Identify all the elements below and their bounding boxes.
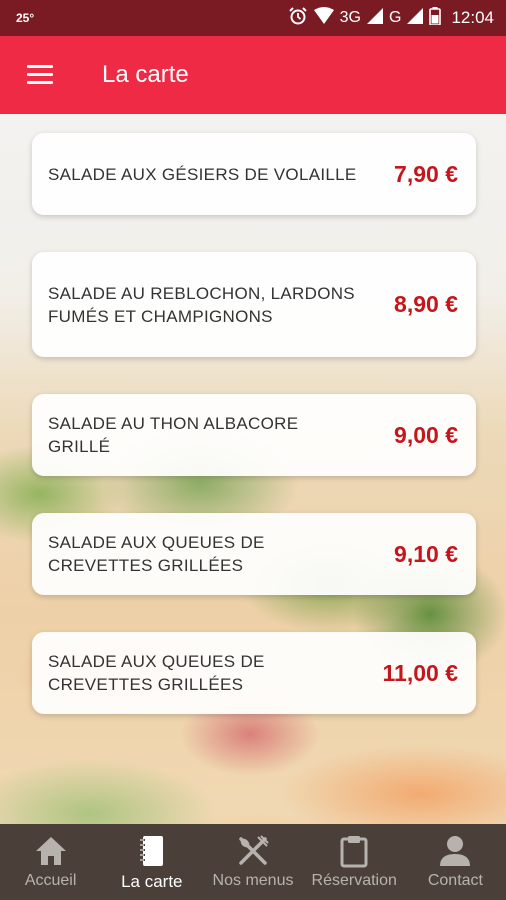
menu-item-price: 11,00 €: [382, 659, 458, 686]
status-temperature: 25°: [16, 11, 35, 25]
nav-label: Réservation: [311, 872, 397, 889]
page-title: La carte: [102, 61, 189, 88]
menu-item-name: SALADE AU REBLOCHON, LARDONS FUMÉS ET CH…: [48, 283, 355, 326]
cutlery-icon: [236, 834, 270, 868]
nav-item-nos-menus[interactable]: Nos menus: [202, 824, 303, 900]
bottom-navigation: Accueil La carte Nos menus Réservation C…: [0, 824, 506, 900]
network-g-label: G: [389, 9, 402, 26]
signal-icon-2: [407, 7, 424, 29]
menu-item-price: 9,00 €: [394, 421, 458, 448]
nav-item-la-carte[interactable]: La carte: [101, 824, 202, 900]
nav-label: La carte: [121, 872, 183, 891]
app-bar: La carte: [0, 36, 506, 114]
menu-item-card[interactable]: SALADE AU REBLOCHON, LARDONS FUMÉS ET CH…: [32, 252, 476, 357]
notebook-icon: [135, 834, 169, 868]
menu-item-card[interactable]: SALADE AUX QUEUES DE CREVETTES GRILLÉES …: [32, 632, 476, 714]
alarm-icon: [288, 6, 308, 31]
nav-label: Nos menus: [212, 872, 294, 889]
person-icon: [438, 834, 472, 868]
menu-item-price: 7,90 €: [394, 160, 458, 187]
menu-item-card[interactable]: SALADE AUX GÉSIERS DE VOLAILLE 7,90 €: [32, 133, 476, 215]
menu-item-name: SALADE AU THON ALBACORE GRILLÉ: [48, 414, 299, 456]
clipboard-icon: [337, 834, 371, 868]
status-indicators: 3G G 12:04: [288, 6, 494, 31]
hamburger-menu-button[interactable]: [0, 36, 80, 114]
menu-item-name: SALADE AUX GÉSIERS DE VOLAILLE: [48, 164, 357, 184]
menu-item-name: SALADE AUX QUEUES DE CREVETTES GRILLÉES: [48, 533, 265, 575]
menu-item-price: 9,10 €: [394, 540, 458, 567]
battery-icon: [429, 6, 442, 30]
nav-item-contact[interactable]: Contact: [405, 824, 506, 900]
menu-item-price: 8,90 €: [394, 291, 458, 317]
status-bar: 25° 3G G 12:04: [0, 0, 506, 36]
hamburger-icon: [27, 65, 53, 85]
menu-item-card[interactable]: SALADE AUX QUEUES DE CREVETTES GRILLÉES …: [32, 513, 476, 595]
network-3g-label: 3G: [339, 9, 361, 26]
menu-item-name: SALADE AUX QUEUES DE CREVETTES GRILLÉES: [48, 652, 265, 694]
signal-icon: [367, 7, 383, 29]
nav-item-accueil[interactable]: Accueil: [0, 824, 101, 900]
status-time: 12:04: [451, 8, 494, 27]
wifi-icon: [313, 6, 334, 30]
menu-item-card[interactable]: SALADE AU THON ALBACORE GRILLÉ 9,00 €: [32, 394, 476, 476]
home-icon: [34, 834, 68, 868]
nav-item-reservation[interactable]: Réservation: [304, 824, 405, 900]
nav-label: Contact: [427, 872, 483, 889]
nav-label: Accueil: [24, 872, 77, 889]
